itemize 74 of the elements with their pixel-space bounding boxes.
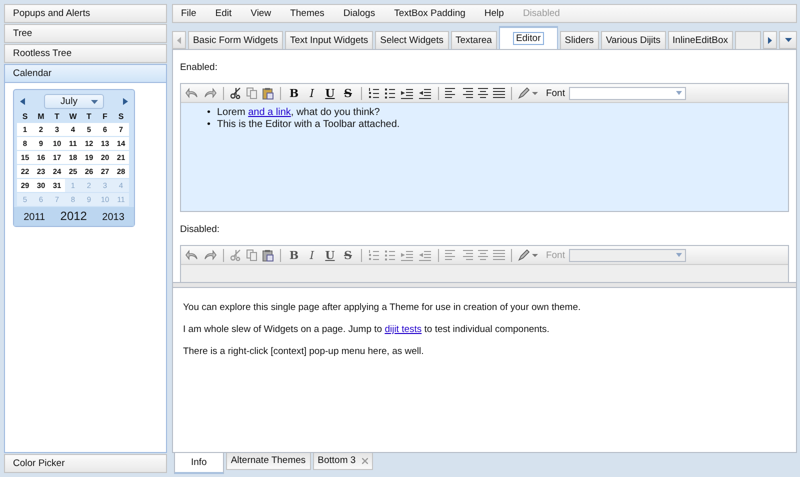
close-icon[interactable] [362,458,368,464]
tab[interactable]: Basic Form Widgets [188,31,283,49]
menu-item[interactable]: View [250,8,272,19]
weekday-label: S [21,111,29,123]
next-month-icon[interactable] [123,98,128,105]
year-option[interactable]: 2013 [102,212,124,223]
scroll-right-button[interactable] [763,31,777,49]
editor-label: Disabled: [180,224,221,235]
tab[interactable]: Editor [498,26,558,49]
format-button[interactable]: S [340,86,355,100]
numbered-list-icon[interactable] [368,87,380,99]
tab[interactable]: Select Widgets [375,31,448,49]
weekday-label: T [54,111,60,123]
accordion-header[interactable]: Color Picker [4,454,167,473]
scroll-left-button[interactable] [172,31,186,49]
accordion-header[interactable]: Calendar [4,64,167,83]
menu-item[interactable]: TextBox Padding [394,8,466,19]
weekday-label: T [86,111,92,123]
rich-text-editor[interactable]: B I U S Font • Lorem and a link, what do you think? • This is the Editor with a Toolbar attached. [180,83,789,212]
align-right-icon[interactable] [460,87,473,99]
link[interactable]: and a link [248,107,291,118]
year-option[interactable]: 2011 [24,212,46,223]
tab[interactable]: InlineEditBox [668,31,733,49]
previous-month-icon[interactable] [20,98,25,105]
weekday-label: W [68,111,78,123]
link[interactable]: dijit tests [384,324,422,335]
tab[interactable]: Info [174,453,224,474]
caret-icon[interactable] [91,100,98,104]
paste-icon[interactable] [262,86,274,100]
info-paragraph: You can explore this single page after applying a Theme for use in creation of your own theme. [182,302,582,313]
accordion-header[interactable]: Rootless Tree [4,44,167,63]
list-item: This is the Editor with a Toolbar attached. [216,119,400,131]
outdent-icon[interactable] [418,87,432,99]
tab[interactable]: Sliders [560,31,599,49]
weekday-label: S [117,111,125,123]
format-button[interactable]: B [286,86,301,100]
bullet-list-icon[interactable] [384,87,396,99]
indent-icon[interactable] [400,87,414,99]
align-left-icon[interactable] [444,87,457,99]
font-label: Font [546,250,565,260]
tab[interactable]: Bottom 3 [312,453,373,470]
menu-item[interactable]: Themes [290,8,324,19]
pen-dropdown-icon[interactable] [518,87,538,99]
right-arrow-icon[interactable] [768,36,772,44]
tab[interactable]: Text Input Widgets [284,31,374,49]
menu-item[interactable]: Dialogs [343,8,376,19]
align-center-icon[interactable] [476,87,489,99]
redo-icon[interactable] [202,87,217,99]
format-button[interactable]: U [322,86,337,100]
year-option[interactable]: 2012 [60,209,87,223]
menu-item[interactable]: Help [484,8,504,19]
list-item: Lorem and a link, what do you think? [216,107,380,119]
accordion-header[interactable]: Popups and Alerts [4,4,167,23]
menu-item[interactable]: File [180,8,196,19]
weekday-label: F [102,111,108,123]
tab[interactable]: Textarea [450,31,497,49]
tab[interactable]: Alternate Themes [226,453,311,470]
month-dropdown[interactable]: July [44,94,104,109]
accordion-header[interactable]: Tree [4,24,167,43]
info-paragraph: I am whole slew of Widgets on a page. Jump to dijit tests to test individual components. [182,324,550,335]
tab-menu-button[interactable] [779,31,797,49]
editor-label: Enabled: [180,62,218,73]
caret-icon[interactable] [784,38,792,42]
bullet: • [206,107,211,119]
info-paragraph: There is a right-click [context] pop-up menu here, as well. [182,346,425,357]
weekday-label: M [36,111,46,123]
align-justify-icon[interactable] [492,87,505,99]
tab[interactable]: Various Dijits [600,31,666,49]
menu-item[interactable]: Edit [215,8,232,19]
scissors-icon[interactable] [230,87,242,99]
format-button[interactable]: I [304,86,319,100]
undo-icon[interactable] [184,87,199,99]
bullet: • [206,119,211,131]
font-label: Font [546,88,565,98]
